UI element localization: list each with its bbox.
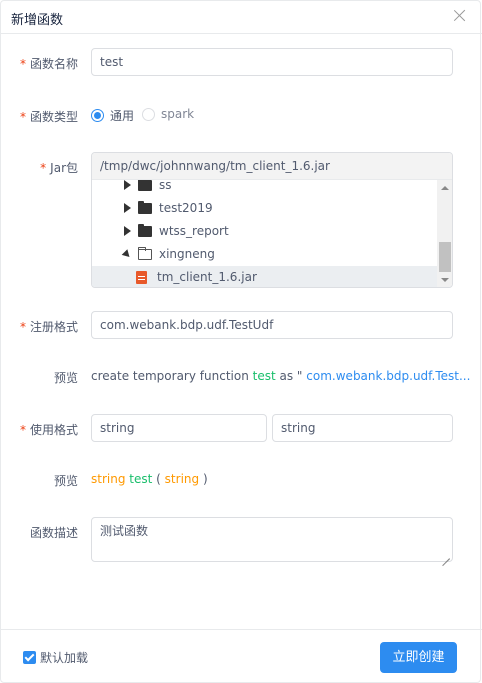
required-mark: * <box>19 320 26 334</box>
resize-handle-icon[interactable] <box>442 551 450 559</box>
folder-icon <box>138 223 152 237</box>
required-mark: * <box>40 161 47 175</box>
radio-unchecked-icon <box>142 107 155 121</box>
tree-item-xingneng[interactable]: xingneng <box>92 243 437 265</box>
usage-preview-label: 预览 <box>53 474 78 488</box>
collapse-arrow-icon[interactable] <box>123 248 132 260</box>
radio-checked-icon <box>91 109 104 122</box>
jar-file-icon <box>136 270 147 284</box>
radio-general[interactable]: 通用 <box>91 107 134 124</box>
tree-item-wtss-report[interactable]: wtss_report <box>92 220 437 242</box>
create-button[interactable]: 立即创建 <box>380 642 457 673</box>
folder-open-icon <box>138 246 152 260</box>
dialog-title: 新增函数 <box>11 13 64 28</box>
folder-icon <box>138 200 152 214</box>
jar-label: * Jar包 <box>40 161 78 175</box>
tree-item-test2019[interactable]: test2019 <box>92 197 437 219</box>
jar-path-field[interactable]: /tmp/dwc/johnnwang/tm_client_1.6.jar <box>92 153 452 180</box>
close-icon[interactable] <box>451 7 469 25</box>
register-format-input[interactable]: com.webank.bdp.udf.TestUdf <box>91 311 453 339</box>
tree-scrollbar[interactable] <box>437 180 452 287</box>
radio-spark[interactable]: spark <box>142 107 194 121</box>
tree-item-ss[interactable]: ss <box>92 180 437 196</box>
checkbox-checked-icon <box>23 651 36 664</box>
add-function-dialog: 新增函数 * 函数名称 test * 函数类型 通用 spark * Jar包 /tm… <box>0 0 482 683</box>
register-label: * 注册格式 <box>19 320 78 334</box>
name-label: * 函数名称 <box>19 57 78 71</box>
param-type-input[interactable]: string <box>272 414 453 442</box>
default-load-checkbox[interactable]: 默认加载 <box>23 649 88 666</box>
description-label: 函数描述 <box>29 526 78 540</box>
required-mark: * <box>19 110 26 124</box>
file-tree[interactable]: ss test2019 wtss_report xingneng tm_clie… <box>92 180 437 287</box>
header-divider <box>1 33 482 34</box>
function-name-input[interactable]: test <box>91 48 453 76</box>
tree-item-tm-client-jar[interactable]: tm_client_1.6.jar <box>92 266 437 287</box>
type-label: * 函数类型 <box>19 110 78 124</box>
expand-arrow-icon[interactable] <box>123 180 132 191</box>
required-mark: * <box>19 423 26 437</box>
register-preview: create temporary function test as " com.… <box>91 369 471 383</box>
scroll-thumb[interactable] <box>439 242 451 272</box>
folder-icon <box>138 180 152 191</box>
footer-divider <box>1 629 482 630</box>
usage-label: * 使用格式 <box>19 423 78 437</box>
description-textarea[interactable]: 测试函数 <box>91 517 453 562</box>
usage-preview: string test ( string ) <box>91 472 208 486</box>
expand-arrow-icon[interactable] <box>123 202 132 214</box>
scroll-down-icon[interactable] <box>441 278 449 282</box>
jar-picker: /tmp/dwc/johnnwang/tm_client_1.6.jar ss … <box>91 152 453 288</box>
required-mark: * <box>19 57 26 71</box>
return-type-input[interactable]: string <box>91 414 267 442</box>
expand-arrow-icon[interactable] <box>123 225 132 237</box>
scroll-up-icon[interactable] <box>441 186 449 190</box>
register-preview-label: 预览 <box>53 371 78 385</box>
